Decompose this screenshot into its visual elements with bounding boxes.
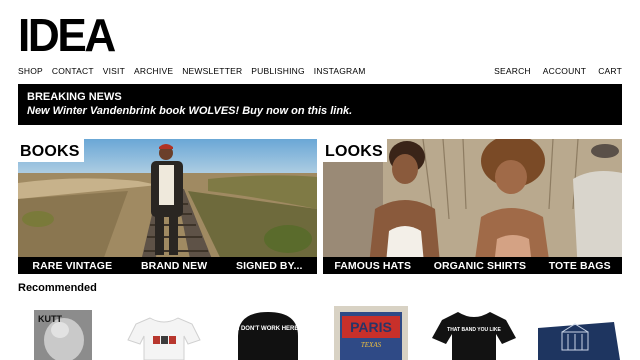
product-kutt-book[interactable]: KUTT bbox=[34, 300, 92, 360]
looks-tote-bags-link[interactable]: TOTE BAGS bbox=[549, 260, 611, 272]
navy-book-icon bbox=[538, 322, 620, 360]
nav-newsletter[interactable]: NEWSLETTER bbox=[182, 66, 242, 76]
looks-organic-shirts-link[interactable]: ORGANIC SHIRTS bbox=[434, 260, 526, 272]
paris-print-icon: PARIS TEXAS bbox=[334, 306, 408, 360]
product-black-cap[interactable]: I DON'T WORK HERE bbox=[230, 300, 306, 360]
looks-famous-hats-link[interactable]: FAMOUS HATS bbox=[334, 260, 411, 272]
nav-shop[interactable]: SHOP bbox=[18, 66, 43, 76]
cap-print-text: I DON'T WORK HERE bbox=[238, 326, 299, 332]
nav-archive[interactable]: ARCHIVE bbox=[134, 66, 173, 76]
black-tshirt-icon: THAT BAND YOU LIKE bbox=[432, 312, 516, 360]
nav-search[interactable]: SEARCH bbox=[494, 66, 531, 76]
looks-links-bar: FAMOUS HATS ORGANIC SHIRTS TOTE BAGS bbox=[323, 257, 622, 274]
nav-visit[interactable]: VISIT bbox=[103, 66, 125, 76]
product-navy-book[interactable] bbox=[534, 300, 622, 360]
white-tshirt-icon bbox=[127, 317, 201, 360]
recommended-products: KUTT I DON'T WORK HERE PARIS TEXAS THAT … bbox=[18, 300, 622, 360]
paris-print-text: PARIS bbox=[350, 319, 392, 335]
books-rare-vintage-link[interactable]: RARE VINTAGE bbox=[32, 260, 112, 272]
product-paris-print[interactable]: PARIS TEXAS bbox=[334, 300, 408, 360]
idea-logo[interactable]: IDEA bbox=[18, 12, 116, 58]
nav-cart[interactable]: CART bbox=[598, 66, 622, 76]
paris-print-sub: TEXAS bbox=[361, 341, 382, 349]
nav-publishing[interactable]: PUBLISHING bbox=[251, 66, 305, 76]
product-black-tshirt[interactable]: THAT BAND YOU LIKE bbox=[430, 300, 518, 360]
banner-title: BREAKING NEWS bbox=[27, 91, 122, 103]
looks-label[interactable]: LOOKS bbox=[323, 139, 387, 162]
tshirt-print-text: THAT BAND YOU LIKE bbox=[447, 327, 501, 333]
banner-text[interactable]: New Winter Vandenbrink book WOLVES! Buy … bbox=[27, 104, 613, 118]
books-signed-link[interactable]: SIGNED BY... bbox=[236, 260, 303, 272]
black-cap-icon: I DON'T WORK HERE bbox=[238, 312, 299, 360]
books-links-bar: RARE VINTAGE BRAND NEW SIGNED BY... bbox=[18, 257, 317, 274]
utility-nav: SEARCH ACCOUNT CART bbox=[494, 66, 622, 76]
nav-contact[interactable]: CONTACT bbox=[52, 66, 94, 76]
books-panel[interactable]: BOOKS RARE VINTAGE BRAND NEW SIGNED BY..… bbox=[18, 139, 317, 274]
books-brand-new-link[interactable]: BRAND NEW bbox=[141, 260, 207, 272]
breaking-news-banner[interactable]: BREAKING NEWS New Winter Vandenbrink boo… bbox=[18, 84, 622, 125]
nav-account[interactable]: ACCOUNT bbox=[543, 66, 586, 76]
looks-panel[interactable]: LOOKS FAMOUS HATS ORGANIC SHIRTS TOTE BA… bbox=[323, 139, 622, 274]
nav-instagram[interactable]: INSTAGRAM bbox=[314, 66, 366, 76]
books-label[interactable]: BOOKS bbox=[18, 139, 84, 162]
kutt-cover-title: KUTT bbox=[38, 314, 62, 324]
main-nav: SHOP CONTACT VISIT ARCHIVE NEWSLETTER PU… bbox=[18, 66, 366, 76]
product-white-tshirt[interactable] bbox=[124, 300, 204, 360]
kutt-book-icon: KUTT bbox=[34, 310, 92, 360]
recommended-heading: Recommended bbox=[18, 282, 97, 294]
